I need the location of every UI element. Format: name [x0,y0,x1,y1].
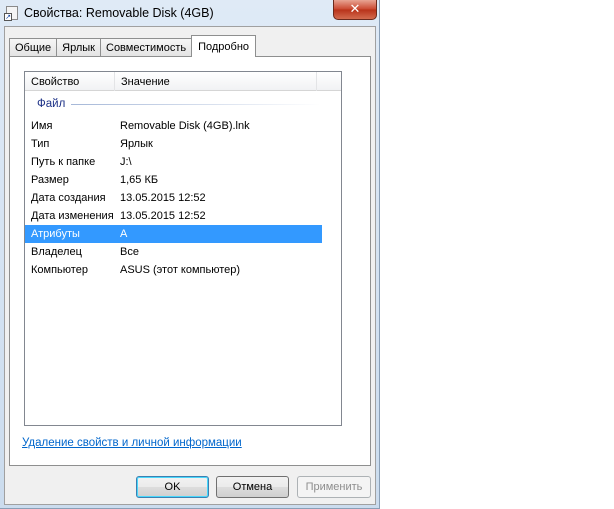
table-row[interactable]: Тип Ярлык [25,135,322,153]
column-header-extra[interactable] [317,72,341,91]
group-divider [71,103,321,105]
property-value: 13.05.2015 12:52 [120,192,206,204]
tab-details[interactable]: Подробно [191,35,257,57]
details-list[interactable]: Свойство Значение Файл Имя Removable Dis… [24,71,342,426]
group-header-file[interactable]: Файл [25,96,341,112]
property-value: 1,65 КБ [120,174,159,186]
property-value: Все [120,246,139,258]
property-name: Дата создания [31,192,106,204]
details-tab-panel: Свойство Значение Файл Имя Removable Dis… [9,56,371,466]
property-name: Тип [31,138,50,150]
column-header-value[interactable]: Значение [115,72,317,91]
table-row[interactable]: Путь к папке J:\ [25,153,322,171]
group-label: Файл [37,98,66,110]
title-bar[interactable]: ↗ Свойства: Removable Disk (4GB) ✕ [0,0,380,26]
apply-button[interactable]: Применить [297,476,371,498]
property-value: ASUS (этот компьютер) [120,264,241,276]
property-name: Владелец [31,246,82,258]
table-row[interactable]: Компьютер ASUS (этот компьютер) [25,261,322,279]
ok-button[interactable]: OK [136,476,209,498]
window-title: Свойства: Removable Disk (4GB) [24,6,214,20]
table-row[interactable]: Дата изменения 13.05.2015 12:52 [25,207,322,225]
property-value: A [120,228,128,240]
property-rows: Имя Removable Disk (4GB).lnk Тип Ярлык П… [25,117,341,279]
property-name: Имя [31,120,53,132]
list-header: Свойство Значение [25,72,341,91]
remove-properties-link[interactable]: Удаление свойств и личной информации [22,437,242,449]
property-name: Дата изменения [31,210,114,222]
property-name: Компьютер [31,264,88,276]
table-row[interactable]: Владелец Все [25,243,322,261]
property-name: Путь к папке [31,156,96,168]
properties-window: ↗ Свойства: Removable Disk (4GB) ✕ Общие… [0,0,380,509]
dialog-client-area: Общие Ярлык Совместимость Подробно Свойс… [4,26,376,505]
property-name: Атрибуты [31,228,80,240]
table-row[interactable]: Размер 1,65 КБ [25,171,322,189]
tab-strip: Общие Ярлык Совместимость Подробно [9,34,257,57]
close-button[interactable]: ✕ [333,0,377,20]
table-row[interactable]: Имя Removable Disk (4GB).lnk [25,117,322,135]
tab-shortcut[interactable]: Ярлык [56,38,101,57]
table-row[interactable]: Дата создания 13.05.2015 12:52 [25,189,322,207]
column-header-property[interactable]: Свойство [25,72,115,91]
shortcut-file-icon: ↗ [4,5,20,21]
property-value: Removable Disk (4GB).lnk [120,120,250,132]
property-value: J:\ [120,156,132,168]
property-name: Размер [31,174,69,186]
property-value: Ярлык [120,138,153,150]
property-value: 13.05.2015 12:52 [120,210,206,222]
cancel-button[interactable]: Отмена [216,476,289,498]
tab-compatibility[interactable]: Совместимость [100,38,193,57]
table-row-selected[interactable]: Атрибуты A [25,225,322,243]
close-icon: ✕ [349,2,361,17]
tab-general[interactable]: Общие [9,38,58,57]
